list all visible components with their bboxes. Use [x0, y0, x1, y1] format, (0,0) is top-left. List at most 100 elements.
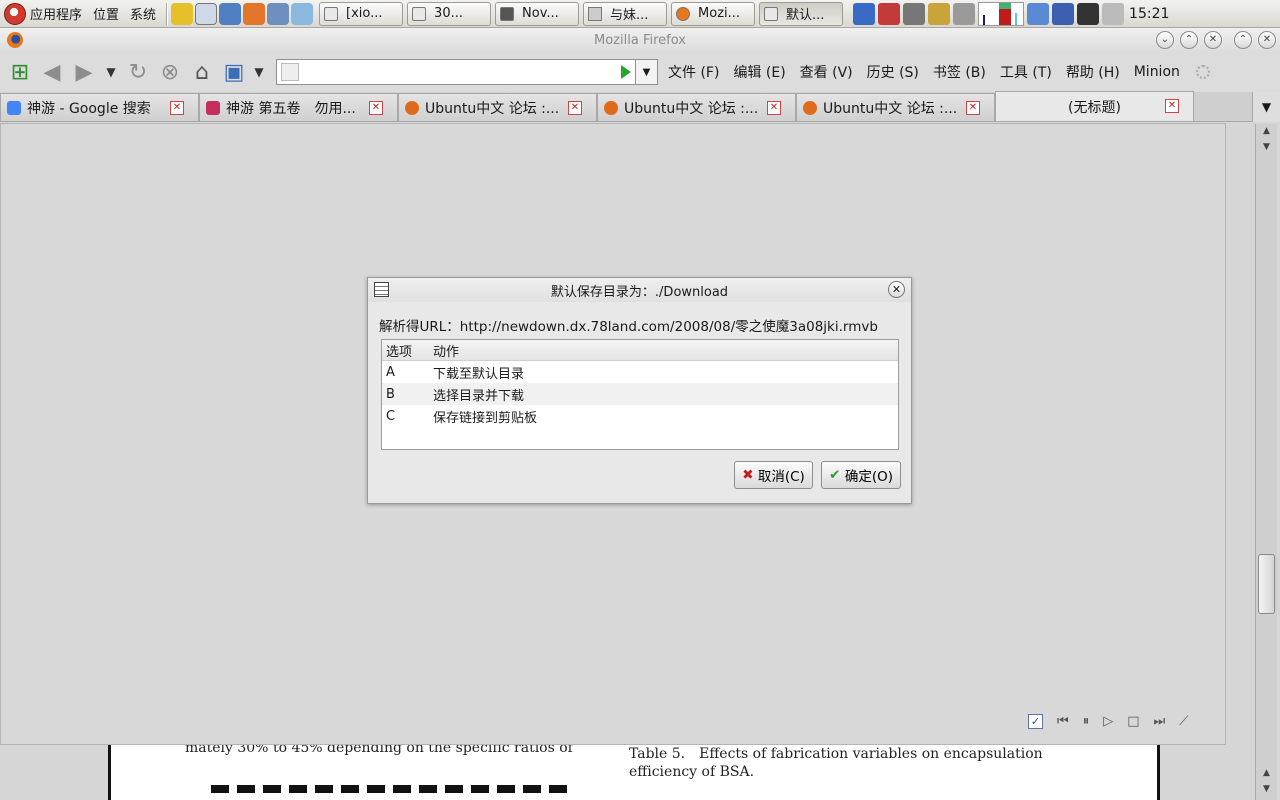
task-30[interactable]: 30...	[407, 1, 492, 26]
task-default[interactable]: 默认...	[759, 1, 844, 26]
task-meimei[interactable]: 与妹...	[583, 1, 668, 26]
toolbar-dropdown-icon[interactable]: ▼	[252, 58, 266, 86]
go-arrow-icon[interactable]	[621, 65, 631, 79]
tray-app-icon[interactable]	[853, 2, 876, 25]
scroll-up-icon[interactable]: ▲	[1258, 768, 1275, 782]
menu-places[interactable]: 位置	[93, 4, 119, 23]
maximize-button[interactable]: ⌃	[1180, 31, 1198, 49]
menu-bookmarks[interactable]: 书签 (B)	[933, 62, 986, 82]
stop-icon[interactable]: □	[1127, 714, 1139, 729]
menu-minion[interactable]: Minion	[1134, 64, 1180, 80]
task-label: 与妹...	[610, 8, 649, 23]
menu-system[interactable]: 系统	[130, 4, 156, 23]
minimize-button[interactable]: ⌄	[1156, 31, 1174, 49]
tray-disk-icon[interactable]	[928, 2, 951, 25]
menu-view[interactable]: 查看 (V)	[800, 62, 853, 82]
menu-applications[interactable]: 应用程序	[30, 4, 82, 23]
fox-launcher-icon[interactable]	[243, 2, 266, 25]
menu-edit[interactable]: 编辑 (E)	[733, 62, 785, 82]
home-button[interactable]: ⌂	[188, 58, 216, 86]
tab-close-icon[interactable]: ✕	[767, 101, 781, 115]
tray-tool-icon[interactable]	[903, 2, 926, 25]
history-dropdown-icon[interactable]: ▼	[102, 58, 120, 86]
play-icon[interactable]: ▷	[1103, 714, 1113, 729]
list-item[interactable]: A 下载至默认目录	[382, 361, 898, 383]
back-button[interactable]: ◀	[38, 58, 66, 86]
triangle-icon	[588, 6, 603, 21]
firefox-icon	[7, 32, 23, 48]
close-button[interactable]: ✕	[1204, 31, 1222, 49]
tab-untitled[interactable]: (无标题) ✕	[995, 91, 1194, 121]
menu-tools[interactable]: 工具 (T)	[1000, 62, 1052, 82]
outer-close-button[interactable]: ✕	[1258, 31, 1276, 49]
url-bar[interactable]	[276, 59, 636, 85]
vertical-scrollbar[interactable]: ▲ ▼ ▲ ▼	[1255, 124, 1277, 800]
calculator-launcher-icon[interactable]	[195, 2, 218, 25]
tab-shenyou[interactable]: 神游 第五卷 勿用... ✕	[199, 93, 398, 121]
clock[interactable]: 15:21	[1129, 6, 1169, 22]
url-history-dropdown[interactable]: ▼	[636, 59, 658, 85]
reload-button[interactable]: ↻	[124, 58, 152, 86]
options-list: 选项 动作 A 下载至默认目录 B 选择目录并下载 C 保存链接到剪贴板	[381, 339, 899, 450]
window-menu-icon[interactable]	[374, 282, 389, 297]
list-item[interactable]: C 保存链接到剪贴板	[382, 405, 898, 427]
tray-gear-icon[interactable]	[953, 2, 976, 25]
bird-launcher-icon[interactable]	[267, 2, 290, 25]
screenshot-icon[interactable]: ▣	[220, 58, 248, 86]
previous-icon[interactable]: ⏮	[1057, 714, 1069, 729]
stop-button[interactable]: ⊗	[156, 58, 184, 86]
task-mozilla[interactable]: Mozi...	[671, 1, 756, 26]
shade-button[interactable]: ⌃	[1234, 31, 1252, 49]
editor-launcher-icon[interactable]	[291, 2, 314, 25]
pause-icon[interactable]: ⏸	[1083, 714, 1090, 729]
tab-label: (无标题)	[1068, 99, 1121, 116]
checkbox-icon[interactable]: ✓	[1028, 714, 1043, 729]
resize-grip-icon[interactable]: ⟋	[1179, 714, 1188, 729]
system-monitor-graph[interactable]	[978, 1, 1025, 26]
header-action[interactable]: 动作	[433, 341, 898, 360]
menu-help[interactable]: 帮助 (H)	[1066, 62, 1120, 82]
tab-close-icon[interactable]: ✕	[170, 101, 184, 115]
network-icon[interactable]	[1027, 2, 1050, 25]
tab-google[interactable]: 神游 - Google 搜索 ✕	[0, 93, 199, 121]
new-tab-icon[interactable]: ⊞	[6, 58, 34, 86]
list-item[interactable]: B 选择目录并下载	[382, 383, 898, 405]
volume-icon[interactable]	[1102, 2, 1125, 25]
scroll-up-icon[interactable]: ▲	[1258, 126, 1275, 140]
header-option[interactable]: 选项	[382, 341, 433, 360]
scroll-down-icon[interactable]: ▼	[1258, 142, 1275, 156]
cancel-button[interactable]: ✖ 取消(C)	[733, 461, 813, 489]
tab-close-icon[interactable]: ✕	[568, 101, 582, 115]
scroll-thumb[interactable]	[1258, 554, 1275, 614]
tab-label: Ubuntu中文 论坛 :...	[624, 100, 759, 117]
ok-button[interactable]: ✔ 确定(O)	[820, 461, 901, 489]
task-xio[interactable]: [xio...	[319, 1, 404, 26]
tab-ubuntu-2[interactable]: Ubuntu中文 论坛 :... ✕	[597, 93, 796, 121]
info-icon[interactable]	[1052, 2, 1075, 25]
menu-bar: 文件 (F) 编辑 (E) 查看 (V) 历史 (S) 书签 (B) 工具 (T…	[668, 62, 1224, 82]
display-icon[interactable]	[1077, 2, 1100, 25]
menu-file[interactable]: 文件 (F)	[668, 62, 719, 82]
tab-ubuntu-1[interactable]: Ubuntu中文 论坛 :... ✕	[398, 93, 597, 121]
network-launcher-icon[interactable]	[219, 2, 242, 25]
tab-close-icon[interactable]: ✕	[369, 101, 383, 115]
dialog-close-icon[interactable]: ✕	[888, 281, 905, 298]
tab-close-icon[interactable]: ✕	[966, 101, 980, 115]
gnome-foot-icon[interactable]	[4, 2, 26, 25]
next-icon[interactable]: ⏭	[1154, 714, 1166, 729]
all-tabs-dropdown[interactable]: ▼	[1252, 92, 1280, 122]
task-nov[interactable]: Nov...	[495, 1, 580, 26]
video-icon	[500, 6, 515, 21]
tray-pdf-icon[interactable]	[878, 2, 901, 25]
tab-ubuntu-3[interactable]: Ubuntu中文 论坛 :... ✕	[796, 93, 995, 121]
pdf-scan-strip	[211, 785, 571, 793]
scroll-down-icon[interactable]: ▼	[1258, 784, 1275, 798]
checkmark-icon: ✔	[829, 467, 841, 483]
tab-close-icon[interactable]: ✕	[1165, 99, 1179, 113]
pdf-table-caption: Table 5. Effects of fabrication variable…	[629, 746, 1043, 780]
url-input[interactable]	[303, 64, 621, 80]
notes-launcher-icon[interactable]	[171, 2, 194, 25]
menu-history[interactable]: 历史 (S)	[867, 62, 919, 82]
forward-button[interactable]: ▶	[70, 58, 98, 86]
site-identity-icon[interactable]	[281, 63, 299, 81]
